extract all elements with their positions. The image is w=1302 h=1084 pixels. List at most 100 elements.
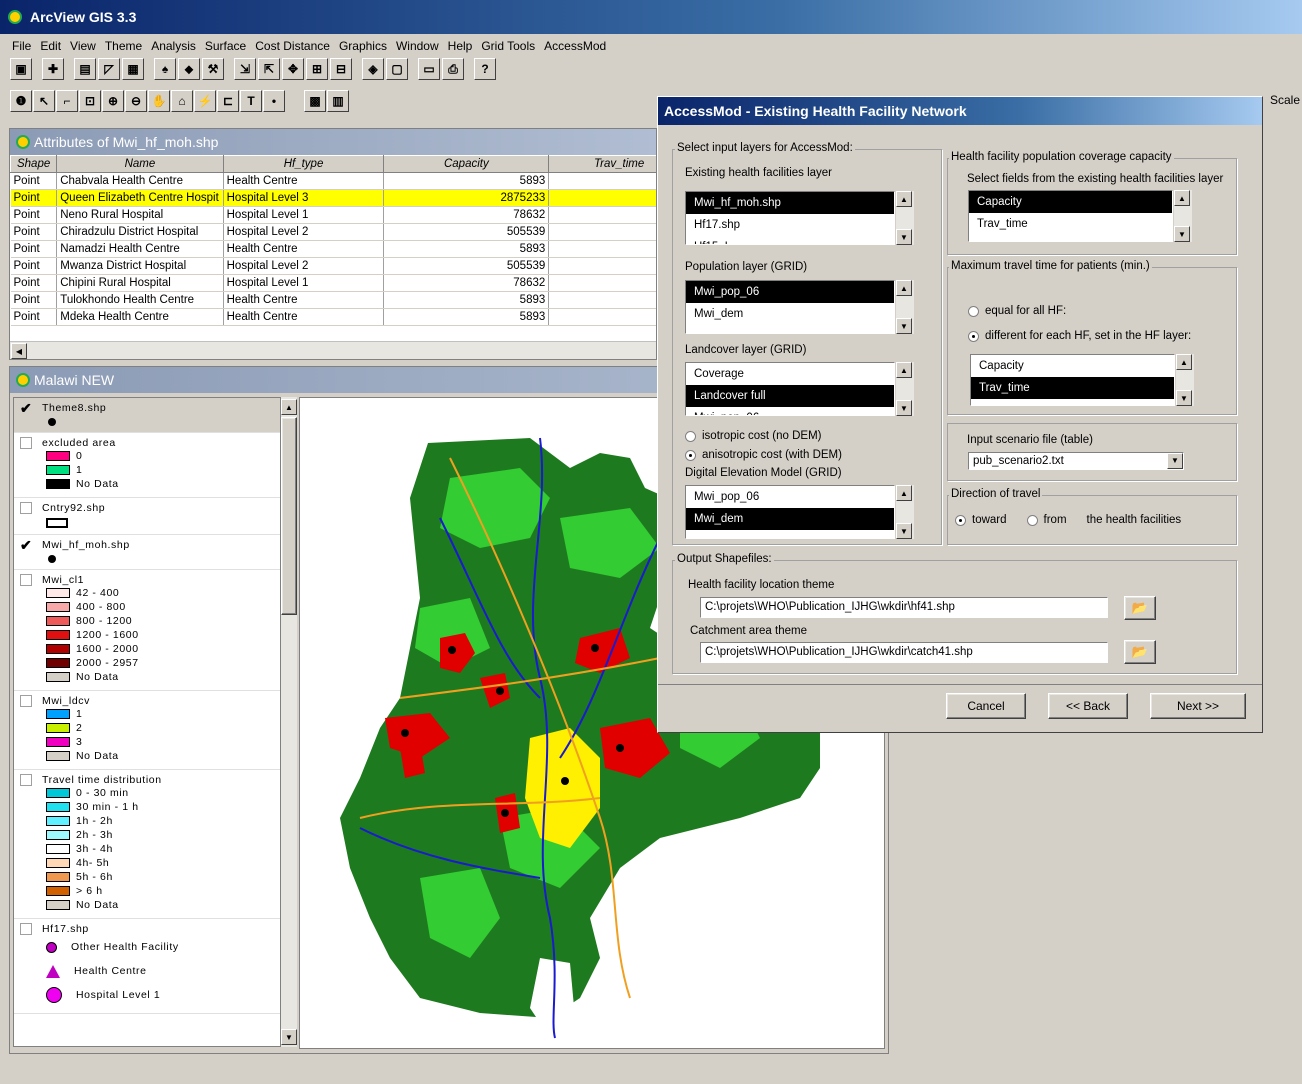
layout-tool-icon[interactable]: ▥ (327, 90, 349, 112)
isotropic-radio-row[interactable]: isotropic cost (no DEM) (685, 430, 822, 442)
find-icon[interactable]: ♠ (154, 58, 176, 80)
table-icon[interactable]: ▦ (122, 58, 144, 80)
pan-icon[interactable]: ✋ (148, 90, 170, 112)
zoom-in-icon[interactable]: ⊞ (306, 58, 328, 80)
scroll-down-icon[interactable]: ▼ (281, 1029, 297, 1045)
anisotropic-radio-row[interactable]: anisotropic cost (with DEM) (685, 449, 842, 461)
capacity-field-list[interactable]: Capacity Trav_time (968, 190, 1173, 242)
landcover-list-scrollbar[interactable]: ▲ ▼ (896, 362, 914, 416)
theme-entry[interactable]: Mwi_ldcv 1 2 3 No Data (14, 691, 280, 770)
column-header[interactable]: Capacity (383, 155, 550, 173)
scroll-up-icon[interactable]: ▲ (1174, 190, 1190, 206)
hf-layer-list[interactable]: Mwi_hf_moh.shp Hf17.shp Hf15_I... (685, 191, 895, 245)
theme-checkbox[interactable] (20, 437, 32, 449)
table-row[interactable]: Point Tulokhondo Health Centre Health Cent… (10, 291, 656, 309)
list-item[interactable]: Trav_time (969, 213, 1172, 235)
attributes-hscrollbar[interactable]: ◀ (10, 341, 656, 359)
table-row[interactable]: Point Mdeka Health Centre Health Centre 589… (10, 308, 656, 326)
list-item[interactable]: Capacity (971, 355, 1174, 377)
point-icon[interactable]: • (263, 90, 285, 112)
scroll-down-icon[interactable]: ▼ (896, 318, 912, 334)
properties-icon[interactable]: ▤ (74, 58, 96, 80)
table-row[interactable]: Point Mwanza District Hospital Hospital Le… (10, 257, 656, 275)
hotlink-icon[interactable]: ⚡ (194, 90, 216, 112)
facility-point[interactable] (448, 646, 456, 654)
hammer-icon[interactable]: ⚒ (202, 58, 224, 80)
vertex-icon[interactable]: ⌐ (56, 90, 78, 112)
list-item[interactable]: Mwi_pop_06 (686, 407, 894, 415)
zoom-out-icon[interactable]: ⊟ (330, 58, 352, 80)
scroll-thumb[interactable] (281, 417, 297, 615)
query-icon[interactable]: ⬥ (178, 58, 200, 80)
zoom-in-tool-icon[interactable]: ⊕ (102, 90, 124, 112)
toward-radio[interactable] (955, 514, 966, 526)
column-header[interactable]: Trav_time (548, 155, 656, 173)
help-icon[interactable]: ? (474, 58, 496, 80)
scroll-up-icon[interactable]: ▲ (896, 280, 912, 296)
attributes-table[interactable]: Shape Name Hf_type Capacity Trav_time Point C… (10, 155, 656, 326)
menu-edit[interactable]: Edit (40, 39, 61, 55)
theme-entry[interactable]: Mwi_cl1 42 - 400 400 - 800 800 - 1200 1200 -… (14, 570, 280, 691)
table-row[interactable]: Point Neno Rural Hospital Hospital Level 1… (10, 206, 656, 224)
scroll-up-icon[interactable]: ▲ (896, 362, 912, 378)
list-item[interactable]: Mwi_dem (686, 508, 894, 530)
scroll-down-icon[interactable]: ▼ (896, 400, 912, 416)
menu-view[interactable]: View (70, 39, 96, 55)
column-header[interactable]: Name (56, 155, 224, 173)
browse-hf-button[interactable]: 📂 (1124, 596, 1156, 620)
capacity-list-scrollbar[interactable]: ▲ ▼ (1174, 190, 1192, 242)
anisotropic-radio[interactable] (685, 449, 696, 461)
save-icon[interactable]: ▣ (10, 58, 32, 80)
back-button[interactable]: << Back (1048, 693, 1128, 719)
grid-tool-icon[interactable]: ▩ (304, 90, 326, 112)
print-icon[interactable]: ⎙ (442, 58, 464, 80)
select-feature-icon[interactable]: ⊡ (79, 90, 101, 112)
previous-extent-icon[interactable]: ◈ (362, 58, 384, 80)
browse-catchment-button[interactable]: 📂 (1124, 640, 1156, 664)
list-item[interactable]: Mwi_pop_06 (686, 486, 894, 508)
identify-icon[interactable]: ❶ (10, 90, 32, 112)
list-item[interactable]: Mwi_hf_moh.shp (686, 192, 894, 214)
zoom-selected-icon[interactable]: ✥ (282, 58, 304, 80)
menu-analysis[interactable]: Analysis (151, 39, 196, 55)
label-icon[interactable]: ⊏ (217, 90, 239, 112)
column-header[interactable]: Hf_type (222, 155, 385, 173)
scroll-down-icon[interactable]: ▼ (896, 229, 912, 245)
theme-checkbox[interactable] (20, 923, 32, 935)
table-row[interactable]: Point Chipini Rural Hospital Hospital Leve… (10, 274, 656, 292)
layout-icon[interactable]: ▭ (418, 58, 440, 80)
scenario-select[interactable]: pub_scenario2.txt ▼ (968, 452, 1184, 470)
different-radio-row[interactable]: different for each HF, set in the HF lay… (968, 330, 1191, 342)
menu-file[interactable]: File (12, 39, 31, 55)
next-button[interactable]: Next >> (1150, 693, 1246, 719)
theme-entry[interactable]: ✔ Mwi_hf_moh.shp (14, 535, 280, 570)
measure-icon[interactable]: ⌂ (171, 90, 193, 112)
equal-radio[interactable] (968, 305, 979, 317)
scroll-down-icon[interactable]: ▼ (1176, 390, 1192, 406)
clear-selection-icon[interactable]: ▢ (386, 58, 408, 80)
theme-checkbox[interactable] (20, 574, 32, 586)
hf-list-scrollbar[interactable]: ▲ ▼ (896, 191, 914, 245)
list-item[interactable]: Mwi_pop_06 (686, 281, 894, 303)
column-header[interactable]: Shape (10, 155, 58, 173)
attributes-title-bar[interactable]: Attributes of Mwi_hf_moh.shp (10, 129, 656, 155)
theme-checkbox[interactable]: ✔ (20, 538, 32, 552)
facility-point[interactable] (496, 687, 504, 695)
scroll-up-icon[interactable]: ▲ (1176, 354, 1192, 370)
zoom-out-tool-icon[interactable]: ⊖ (125, 90, 147, 112)
facility-point[interactable] (501, 809, 509, 817)
dem-list[interactable]: Mwi_pop_06 Mwi_dem (685, 485, 895, 539)
list-item[interactable]: Hf17.shp (686, 214, 894, 236)
theme-entry[interactable]: Travel time distribution 0 - 30 min 30 min… (14, 770, 280, 919)
table-row[interactable]: Point Queen Elizabeth Centre Hospit Hospit… (10, 189, 656, 207)
list-item[interactable]: Landcover full (686, 385, 894, 407)
list-item[interactable]: Mwi_dem (686, 303, 894, 325)
table-of-contents[interactable]: ✔ Theme8.shp excluded area 0 1 No Data Cntry92… (13, 397, 281, 1047)
menu-grid-tools[interactable]: Grid Tools (481, 39, 535, 55)
menu-window[interactable]: Window (396, 39, 439, 55)
zoom-extent-icon[interactable]: ⇲ (234, 58, 256, 80)
table-row[interactable]: Point Namadzi Health Centre Health Centre 5… (10, 240, 656, 258)
table-row[interactable]: Point Chabvala Health Centre Health Centre… (10, 172, 656, 190)
landcover-list[interactable]: Coverage Landcover full Mwi_pop_06 (685, 362, 895, 416)
menu-accessmod[interactable]: AccessMod (544, 39, 606, 55)
